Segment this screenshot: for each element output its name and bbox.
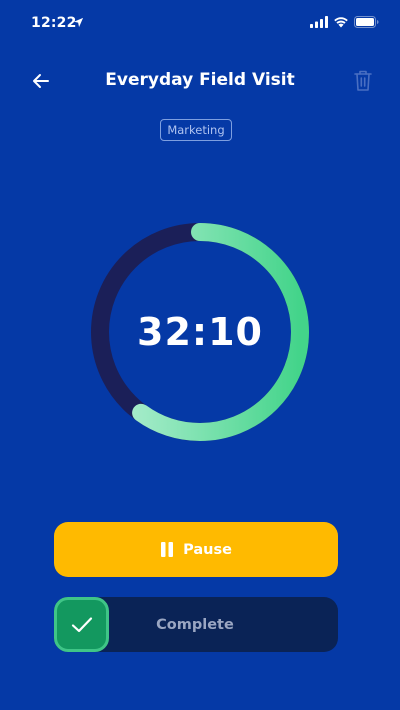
trash-icon [354, 70, 372, 91]
complete-slider[interactable]: Complete [54, 597, 338, 652]
check-icon [71, 616, 92, 632]
timer-display: 32:10 [137, 310, 263, 354]
status-time: 12:22 [31, 15, 77, 31]
delete-button[interactable] [352, 68, 374, 94]
pause-icon [161, 542, 174, 557]
header: Everyday Field Visit [0, 60, 400, 102]
pause-button[interactable]: Pause [54, 522, 338, 577]
status-bar: 12:22 [0, 0, 400, 46]
pause-label: Pause [183, 541, 232, 558]
cellular-signal-icon [310, 16, 328, 28]
complete-slider-handle[interactable] [54, 597, 109, 652]
complete-label: Complete [156, 616, 234, 633]
battery-icon [354, 16, 379, 28]
location-arrow-icon [73, 17, 84, 28]
category-tag: Marketing [160, 119, 232, 141]
wifi-icon [334, 17, 348, 28]
page-title: Everyday Field Visit [105, 70, 295, 90]
